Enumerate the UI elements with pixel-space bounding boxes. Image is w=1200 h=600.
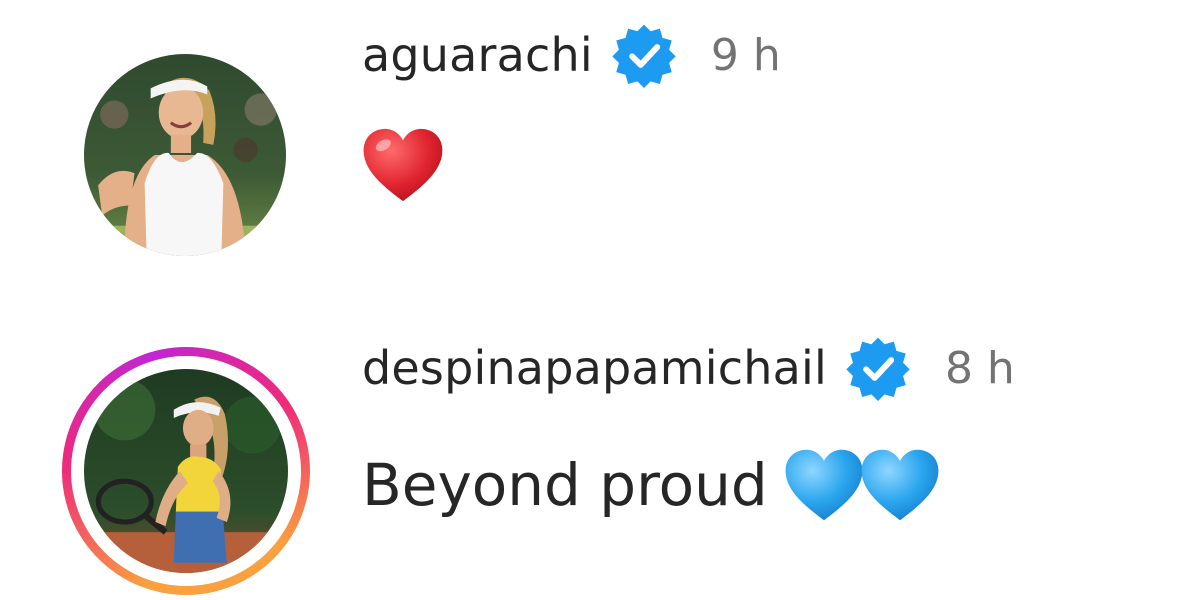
blue-heart-icon — [784, 448, 864, 522]
comment-header: despinapapamichail 8 h — [362, 333, 1015, 403]
avatar-photo-tennis-player — [84, 369, 288, 573]
comment-text: Beyond proud — [362, 451, 768, 519]
avatar[interactable] — [84, 54, 286, 256]
blue-heart-icon — [860, 448, 940, 522]
avatar-story-ring[interactable] — [62, 347, 310, 595]
verified-badge-icon — [611, 22, 677, 88]
comment-body — [362, 125, 444, 205]
red-heart-icon — [362, 127, 444, 203]
comment-body: Beyond proud — [362, 440, 940, 530]
comment-timestamp: 8 h — [944, 342, 1015, 394]
comment-header: aguarachi 9 h — [362, 20, 781, 90]
comment-item: despinapapamichail 8 h Beyond proud — [0, 300, 1200, 600]
avatar[interactable] — [84, 369, 288, 573]
comment-timestamp: 9 h — [710, 29, 781, 81]
avatar-photo-tennis-player — [84, 54, 286, 256]
avatar-container[interactable] — [84, 54, 286, 256]
verified-badge-icon — [845, 335, 911, 401]
comment-item: aguarachi 9 h — [0, 0, 1200, 300]
username-link[interactable]: despinapapamichail — [362, 341, 827, 395]
username-link[interactable]: aguarachi — [362, 28, 593, 82]
